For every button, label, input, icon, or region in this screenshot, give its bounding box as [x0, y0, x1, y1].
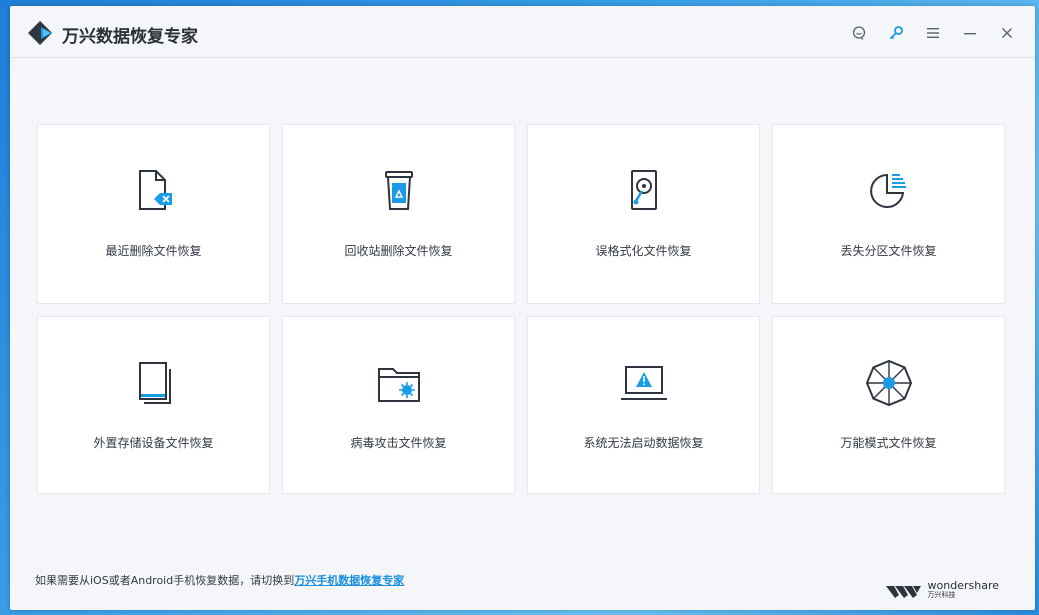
wondershare-logo-icon [885, 585, 921, 598]
laptop-warning-icon [618, 357, 670, 409]
footer-hint-text: 如果需要从iOS或者Android手机恢复数据，请切换到 [35, 574, 295, 587]
all-around-icon [863, 357, 915, 409]
mode-label: 最近删除文件恢复 [105, 244, 202, 258]
title-bar: 万兴数据恢复专家 [10, 6, 1035, 58]
app-logo-icon [28, 21, 52, 45]
mode-label: 病毒攻击文件恢复 [350, 436, 447, 450]
mode-label: 回收站删除文件恢复 [344, 244, 453, 258]
minimize-icon [963, 33, 976, 35]
minimize-button[interactable] [951, 22, 988, 44]
mode-card-virus[interactable]: 病毒攻击文件恢复 [282, 316, 515, 494]
mode-card-recent-deleted[interactable]: 最近删除文件恢复 [37, 124, 270, 304]
mode-card-recycle-bin[interactable]: 回收站删除文件恢复 [282, 124, 515, 304]
close-button[interactable] [988, 22, 1025, 44]
close-icon [1001, 28, 1012, 38]
footer-hint: 如果需要从iOS或者Android手机恢复数据，请切换到万兴手机数据恢复专家 [35, 572, 404, 588]
brand-text: wondershare 万兴科技 [928, 580, 999, 599]
mode-label: 误格式化文件恢复 [595, 244, 692, 258]
mode-card-partition[interactable]: 丢失分区文件恢复 [772, 124, 1005, 304]
mode-label: 万能模式文件恢复 [840, 436, 937, 450]
app-window: 万兴数据恢复专家 最近删除文件恢复 回收站删除文件恢复 误格式化文件恢复 丢失分… [10, 6, 1035, 610]
register-button[interactable] [877, 22, 914, 44]
deleted-file-icon [128, 165, 180, 217]
feedback-icon [852, 26, 865, 40]
menu-button[interactable] [914, 22, 951, 44]
mode-label: 系统无法启动数据恢复 [583, 436, 704, 450]
recycle-bin-icon [373, 165, 425, 217]
brand-name: wondershare [927, 579, 999, 592]
mobile-recovery-link[interactable]: 万兴手机数据恢复专家 [294, 574, 404, 587]
hard-drive-icon [618, 165, 670, 217]
mode-card-format[interactable]: 误格式化文件恢复 [527, 124, 760, 304]
virus-folder-icon [373, 357, 425, 409]
window-controls [840, 22, 1025, 44]
external-storage-icon [128, 357, 180, 409]
mode-card-all-around[interactable]: 万能模式文件恢复 [772, 316, 1005, 494]
mode-card-crashed-system[interactable]: 系统无法启动数据恢复 [527, 316, 760, 494]
mode-label: 丢失分区文件恢复 [840, 244, 937, 258]
mode-card-external-storage[interactable]: 外置存储设备文件恢复 [37, 316, 270, 494]
app-title: 万兴数据恢复专家 [62, 27, 198, 47]
feedback-button[interactable] [840, 22, 877, 44]
brand-sub: 万兴科技 [927, 591, 956, 599]
key-icon [889, 26, 903, 40]
wondershare-brand: wondershare 万兴科技 [885, 580, 999, 599]
menu-icon [926, 28, 939, 38]
partition-icon [863, 165, 915, 217]
mode-label: 外置存储设备文件恢复 [93, 436, 214, 450]
